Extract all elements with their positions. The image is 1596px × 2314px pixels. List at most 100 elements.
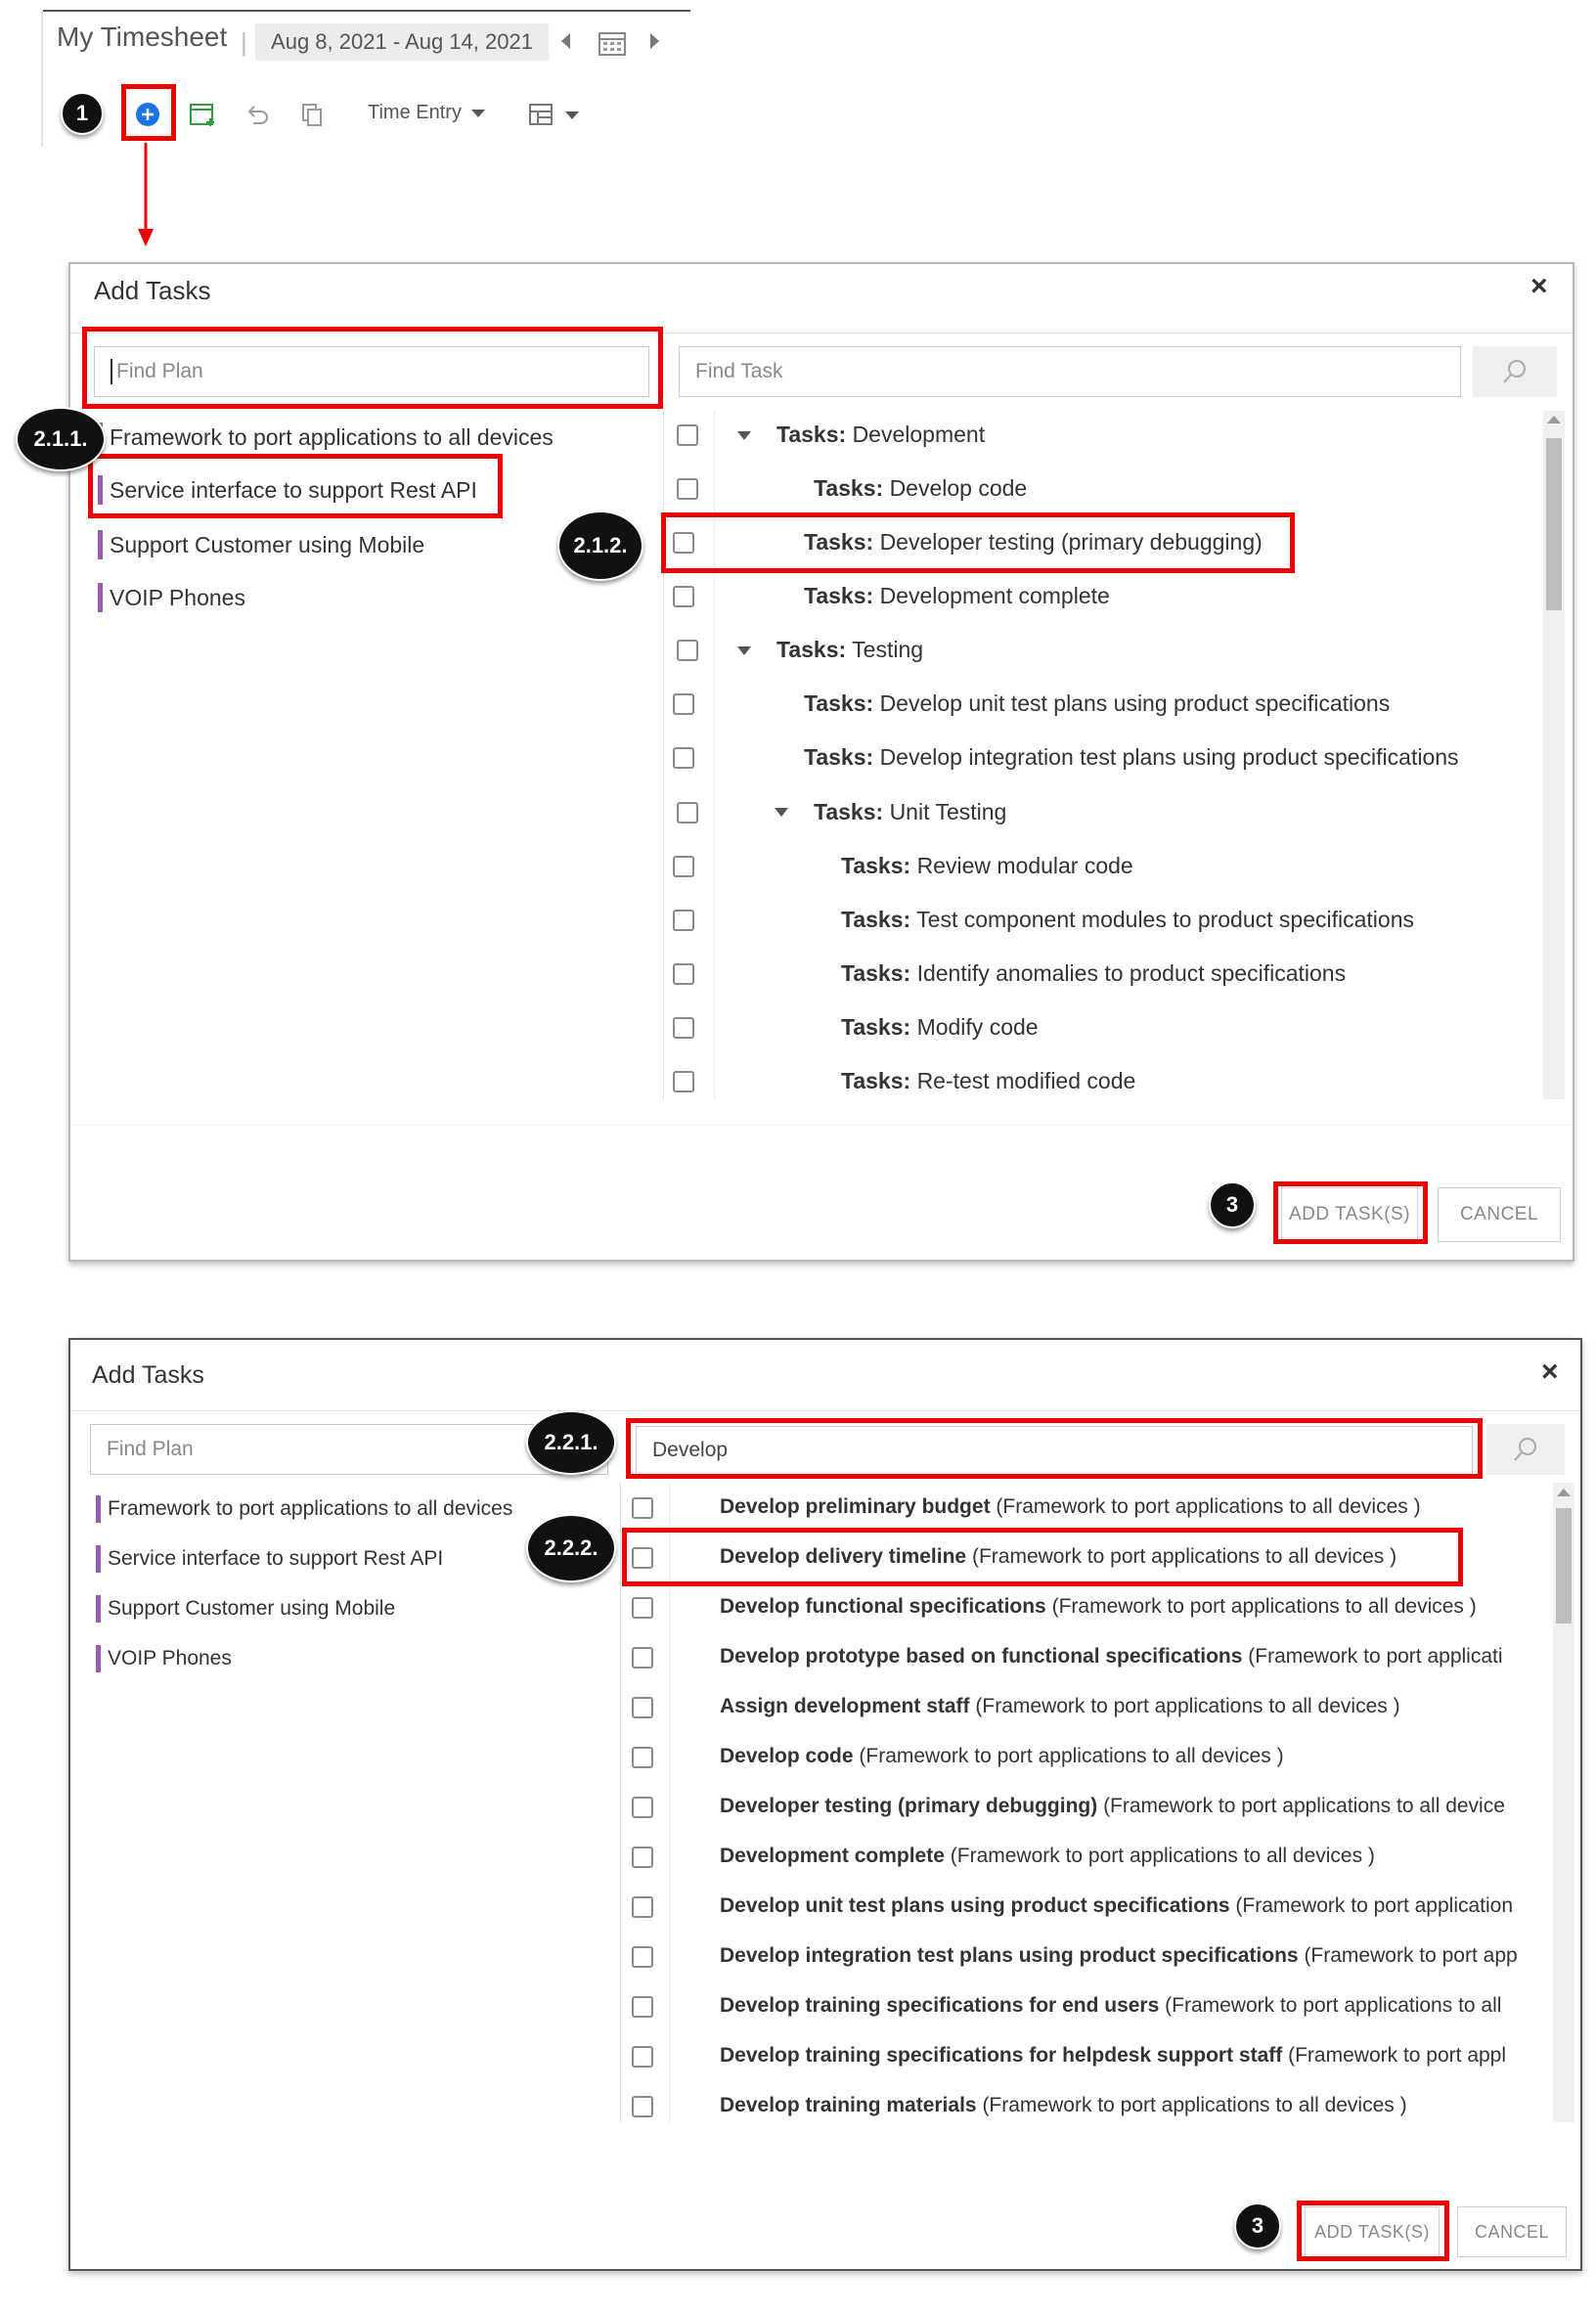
task-checkbox[interactable] — [673, 586, 694, 607]
result-row[interactable]: Develop prototype based on functional sp… — [720, 1645, 1503, 1669]
plan-item-framework[interactable]: Framework to port applications to all de… — [98, 421, 554, 454]
time-entry-dropdown[interactable]: Time Entry — [368, 102, 485, 124]
expand-development-icon[interactable] — [737, 431, 751, 440]
result-checkbox[interactable] — [632, 1896, 653, 1918]
result-checkbox[interactable] — [632, 1946, 653, 1968]
plan-color-bar — [96, 1595, 101, 1623]
calendar-icon[interactable] — [598, 30, 626, 61]
date-range[interactable]: Aug 8, 2021 - Aug 14, 2021 — [255, 23, 549, 61]
step-badge-2-1-2: 2.1.2. — [557, 511, 643, 581]
task-checkbox[interactable] — [677, 478, 698, 500]
layout-dropdown[interactable] — [528, 102, 587, 132]
scroll-up-icon[interactable] — [1557, 1489, 1571, 1496]
task-checkbox[interactable] — [673, 1071, 694, 1092]
step-badge-3: 3 — [1234, 2203, 1281, 2249]
task-row-identify-anomalies[interactable]: Tasks: Identify anomalies to product spe… — [841, 960, 1346, 987]
close-icon[interactable]: × — [1541, 1356, 1559, 1389]
task-checkbox[interactable] — [677, 802, 698, 823]
result-row[interactable]: Develop training specifications for end … — [720, 1994, 1501, 2018]
task-row-review-modular-code[interactable]: Tasks: Review modular code — [841, 853, 1133, 879]
task-row-development[interactable]: Tasks: Development — [776, 422, 985, 448]
task-checkbox[interactable] — [677, 424, 698, 446]
plan-item-support-customer[interactable]: Support Customer using Mobile — [98, 528, 424, 561]
results-scrollbar-thumb[interactable] — [1556, 1508, 1572, 1624]
plan-color-bar — [98, 583, 103, 612]
header-top-border — [41, 10, 690, 12]
result-checkbox[interactable] — [632, 1597, 653, 1619]
task-row-unit-testing[interactable]: Tasks: Unit Testing — [814, 799, 1006, 825]
task-checkbox[interactable] — [673, 856, 694, 877]
plan-item-voip[interactable]: VOIP Phones — [98, 581, 245, 614]
task-search-button[interactable] — [1486, 1424, 1565, 1475]
task-row-modify-code[interactable]: Tasks: Modify code — [841, 1014, 1039, 1041]
cancel-button[interactable]: CANCEL — [1457, 2206, 1567, 2257]
result-checkbox[interactable] — [632, 1797, 653, 1818]
panel-divider — [620, 1483, 621, 2122]
undo-icon[interactable] — [244, 102, 270, 132]
task-checkbox[interactable] — [677, 640, 698, 661]
result-checkbox[interactable] — [632, 1497, 653, 1519]
task-search-button[interactable] — [1473, 346, 1557, 397]
result-row[interactable]: Develop preliminary budget (Framework to… — [720, 1495, 1421, 1519]
plan-item-service-interface[interactable]: Service interface to support Rest API — [96, 1544, 443, 1574]
add-task-button[interactable] — [135, 102, 160, 132]
task-row-integration-test-plans[interactable]: Tasks: Develop integration test plans us… — [804, 744, 1459, 771]
text-cursor — [111, 359, 112, 384]
plan-item-framework[interactable]: Framework to port applications to all de… — [96, 1494, 512, 1524]
result-row[interactable]: Develop training materials (Framework to… — [720, 2094, 1407, 2117]
result-row[interactable]: Developer testing (primary debugging) (F… — [720, 1795, 1505, 1818]
dialog-header-divider — [70, 1410, 1580, 1411]
close-icon[interactable]: × — [1530, 270, 1548, 303]
task-checkbox[interactable] — [673, 963, 694, 985]
find-plan-placeholder: Find Plan — [116, 360, 203, 382]
find-plan-input[interactable]: Find Plan — [94, 346, 649, 397]
cancel-button[interactable]: CANCEL — [1438, 1187, 1561, 1242]
result-row[interactable]: Develop functional specifications (Frame… — [720, 1595, 1477, 1619]
task-checkbox[interactable] — [673, 910, 694, 931]
highlight-search-field — [626, 1418, 1483, 1479]
result-checkbox[interactable] — [632, 1747, 653, 1768]
copy-icon[interactable] — [299, 102, 325, 132]
plan-color-bar — [96, 1495, 101, 1523]
task-row-unit-test-plans[interactable]: Tasks: Develop unit test plans using pro… — [804, 690, 1390, 717]
step-badge-2-2-2: 2.2.2. — [526, 1514, 616, 1582]
task-checkbox[interactable] — [673, 693, 694, 715]
scroll-up-icon[interactable] — [1547, 416, 1561, 423]
task-checkbox[interactable] — [673, 747, 694, 769]
expand-testing-icon[interactable] — [737, 646, 751, 655]
result-checkbox[interactable] — [632, 2046, 653, 2068]
task-row-retest-modified-code[interactable]: Tasks: Re-test modified code — [841, 1068, 1135, 1094]
add-timesheet-icon[interactable] — [189, 102, 216, 132]
result-row[interactable]: Develop integration test plans using pro… — [720, 1944, 1518, 1968]
task-row-development-complete[interactable]: Tasks: Development complete — [804, 583, 1110, 609]
previous-week-icon[interactable] — [561, 33, 570, 49]
dialog-title: Add Tasks — [92, 1361, 204, 1389]
result-checkbox[interactable] — [632, 2096, 653, 2117]
task-row-test-component-modules[interactable]: Tasks: Test component modules to product… — [841, 907, 1414, 933]
result-checkbox[interactable] — [632, 1996, 653, 2018]
result-row[interactable]: Develop training specifications for help… — [720, 2044, 1506, 2068]
task-scrollbar-thumb[interactable] — [1546, 438, 1562, 610]
highlight-delivery-timeline-row — [622, 1528, 1463, 1586]
result-row[interactable]: Develop unit test plans using product sp… — [720, 1894, 1513, 1918]
next-week-icon[interactable] — [650, 33, 659, 49]
tree-guide-line — [714, 784, 715, 1099]
result-checkbox[interactable] — [632, 1697, 653, 1718]
task-row-develop-code[interactable]: Tasks: Develop code — [814, 475, 1027, 502]
result-row[interactable]: Assign development staff (Framework to p… — [720, 1695, 1400, 1718]
highlight-add-tasks-button — [1273, 1181, 1428, 1244]
expand-unit-testing-icon[interactable] — [775, 808, 788, 817]
result-checkbox[interactable] — [632, 1647, 653, 1669]
result-checkbox[interactable] — [632, 1847, 653, 1868]
plan-item-support-customer[interactable]: Support Customer using Mobile — [96, 1594, 395, 1624]
pointer-arrow — [137, 143, 156, 255]
search-icon — [1503, 360, 1526, 383]
highlight-add-tasks-button — [1297, 2201, 1449, 2261]
task-checkbox[interactable] — [673, 1017, 694, 1039]
result-row[interactable]: Development complete (Framework to port … — [720, 1845, 1375, 1868]
task-row-testing[interactable]: Tasks: Testing — [776, 637, 923, 663]
plan-item-voip[interactable]: VOIP Phones — [96, 1644, 232, 1673]
find-task-input[interactable]: Find Task — [679, 346, 1461, 397]
highlight-selected-plan — [88, 454, 503, 518]
result-row[interactable]: Develop code (Framework to port applicat… — [720, 1745, 1284, 1768]
